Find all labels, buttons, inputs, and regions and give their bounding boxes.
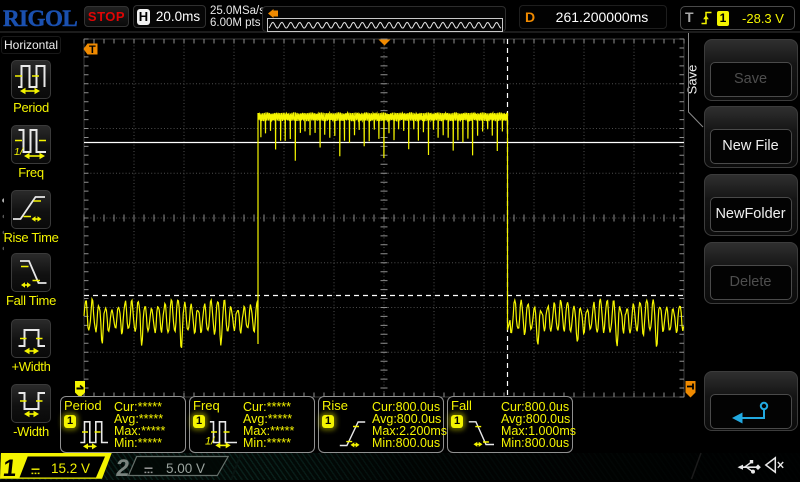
svg-text:1/: 1/ (205, 435, 215, 447)
svg-text:T: T (89, 44, 96, 56)
svg-text:1/: 1/ (14, 146, 24, 158)
